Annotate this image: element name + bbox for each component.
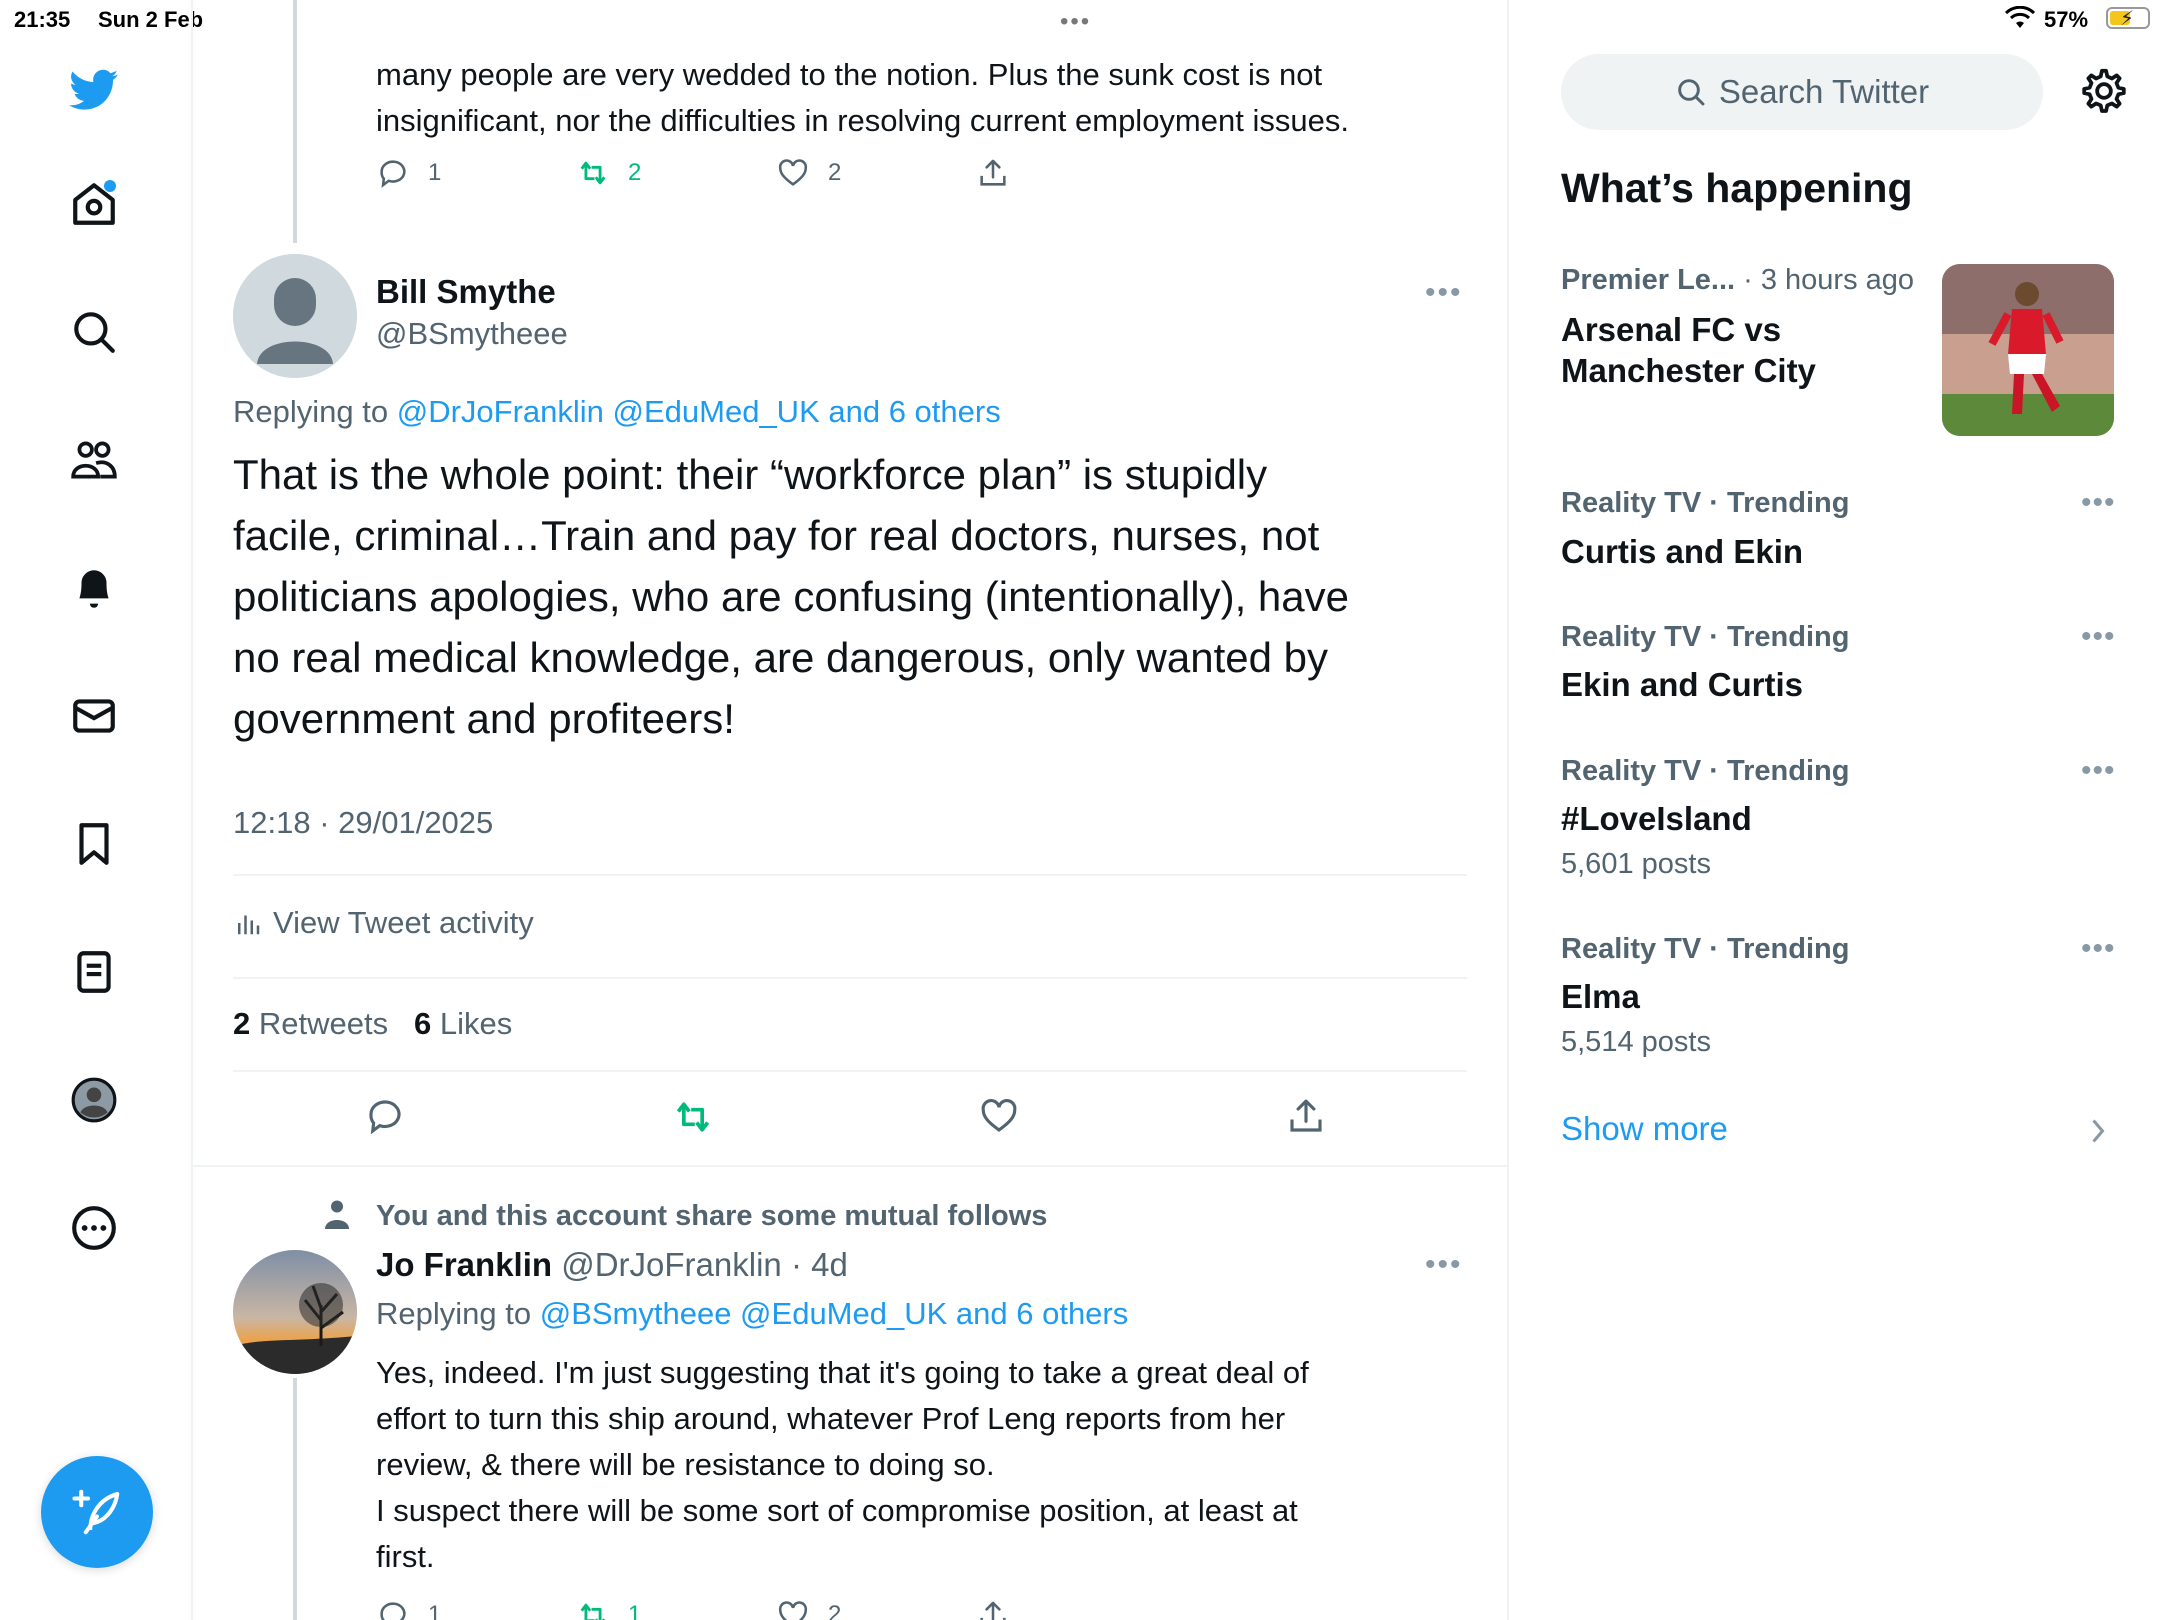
default-avatar-icon <box>233 254 357 378</box>
reply-like-button[interactable]: 2 <box>776 1598 841 1620</box>
trend-post-count: 5,514 posts <box>1561 1026 1711 1058</box>
trend-more-button[interactable]: ••• <box>2081 486 2116 520</box>
engagement-stats: 2 Retweets 6 Likes <box>233 1006 512 1042</box>
share-icon <box>1290 1099 1322 1132</box>
reply-more-button[interactable]: ••• <box>1425 1248 1463 1282</box>
notifications-icon[interactable] <box>66 560 122 616</box>
compose-tweet-button[interactable] <box>41 1456 153 1568</box>
whats-happening-title: What’s happening <box>1561 165 1913 211</box>
search-placeholder: Search Twitter <box>1718 73 1930 110</box>
view-tweet-activity[interactable]: View Tweet activity <box>233 905 534 941</box>
divider <box>233 874 1467 876</box>
trend-more-button[interactable]: ••• <box>2081 620 2116 654</box>
prev-share-button[interactable] <box>976 156 1028 190</box>
home-unread-dot <box>104 180 116 192</box>
prev-tweet-text: many people are very wedded to the notio… <box>376 57 1349 138</box>
replying-to: Replying to @DrJoFranklin @EduMed_UK and… <box>233 394 1001 429</box>
profile-avatar[interactable] <box>66 1072 122 1128</box>
reply-author-avatar[interactable] <box>233 1250 357 1374</box>
tweet-text: That is the whole point: their “workforc… <box>233 451 1349 742</box>
home-icon[interactable] <box>66 176 122 232</box>
retweet-icon <box>580 1603 606 1620</box>
share-icon <box>980 159 1006 186</box>
heart-icon <box>778 159 808 186</box>
retweet-stat[interactable]: 2 Retweets <box>233 1006 388 1041</box>
sunset-avatar-image <box>233 1250 357 1374</box>
prev-reply-button[interactable]: 1 <box>376 156 441 190</box>
author-name[interactable]: Bill Smythe <box>376 273 556 311</box>
like-stat[interactable]: 6 Likes <box>414 1006 512 1041</box>
reply-icon <box>380 160 406 188</box>
retweet-icon <box>580 161 606 185</box>
heart-icon <box>778 1601 808 1620</box>
reply-author-handle[interactable]: @DrJoFranklin <box>561 1246 782 1283</box>
share-button[interactable] <box>1285 1095 1345 1137</box>
tweet-timestamp[interactable]: 12:18 · 29/01/2025 <box>233 805 493 841</box>
prev-like-button[interactable]: 2 <box>776 156 841 190</box>
like-button[interactable] <box>978 1095 1038 1137</box>
reply-author-line: Jo Franklin @DrJoFranklin · 4d <box>376 1246 848 1284</box>
reply-button[interactable] <box>364 1095 424 1137</box>
divider <box>233 1070 1467 1072</box>
divider <box>233 977 1467 979</box>
social-context: You and this account share some mutual f… <box>376 1200 1048 1232</box>
left-nav <box>0 0 193 1620</box>
settings-gear-icon[interactable] <box>2079 66 2129 116</box>
person-icon <box>319 1196 359 1232</box>
reply-share-button[interactable] <box>976 1598 1028 1620</box>
author-handle[interactable]: @BSmytheee <box>376 316 568 352</box>
trend-more-button[interactable]: ••• <box>2081 932 2116 966</box>
replying-to-links[interactable]: @DrJoFranklin @EduMed_UK and 6 others <box>397 394 1001 429</box>
bookmarks-icon[interactable] <box>66 816 122 872</box>
search-icon <box>1678 79 1705 106</box>
trend-more-button[interactable]: ••• <box>2081 754 2116 788</box>
thread-line <box>293 1378 297 1620</box>
bird-icon <box>69 69 119 110</box>
share-icon <box>980 1601 1006 1620</box>
reply-icon <box>369 1100 401 1135</box>
show-more-link[interactable]: Show more <box>1561 1110 1728 1148</box>
reply-reply-button[interactable]: 1 <box>376 1598 441 1620</box>
retweet-button[interactable] <box>671 1095 733 1139</box>
more-icon[interactable] <box>66 1200 122 1256</box>
author-avatar[interactable] <box>233 254 357 378</box>
chevron-right-icon <box>2092 1119 2105 1143</box>
reply-author-name[interactable]: Jo Franklin <box>376 1246 552 1283</box>
trend-thumbnail <box>1942 264 2114 436</box>
divider <box>193 1165 1507 1167</box>
reply-replying-to: Replying to @BSmytheee @EduMed_UK and 6 … <box>376 1296 1129 1331</box>
reply-retweet-button[interactable]: 1 <box>576 1598 641 1620</box>
messages-icon[interactable] <box>66 688 122 744</box>
trend-post-count: 5,601 posts <box>1561 848 1711 880</box>
reply-age[interactable]: · 4d <box>791 1246 848 1283</box>
tweet-thread: many people are very wedded to the notio… <box>193 0 1509 1620</box>
search-input[interactable]: Search Twitter <box>1561 54 2043 130</box>
lists-icon[interactable] <box>66 944 122 1000</box>
right-sidebar: Search Twitter What’s happening Premier … <box>1509 0 2160 1620</box>
tweet-more-button[interactable]: ••• <box>1425 276 1463 310</box>
retweet-icon <box>676 1102 710 1132</box>
communities-icon[interactable] <box>66 432 122 488</box>
twitter-logo[interactable] <box>66 62 122 118</box>
reply-tweet-text: Yes, indeed. I'm just suggesting that it… <box>376 1355 1309 1574</box>
analytics-icon <box>238 915 260 935</box>
compose-icon <box>72 1489 120 1535</box>
heart-icon <box>981 1099 1017 1132</box>
thread-line <box>293 0 297 243</box>
prev-retweet-button[interactable]: 2 <box>576 156 641 190</box>
reply-icon <box>380 1602 406 1620</box>
reply-replying-to-links[interactable]: @BSmytheee @EduMed_UK and 6 others <box>540 1296 1129 1331</box>
search-icon[interactable] <box>66 304 122 360</box>
